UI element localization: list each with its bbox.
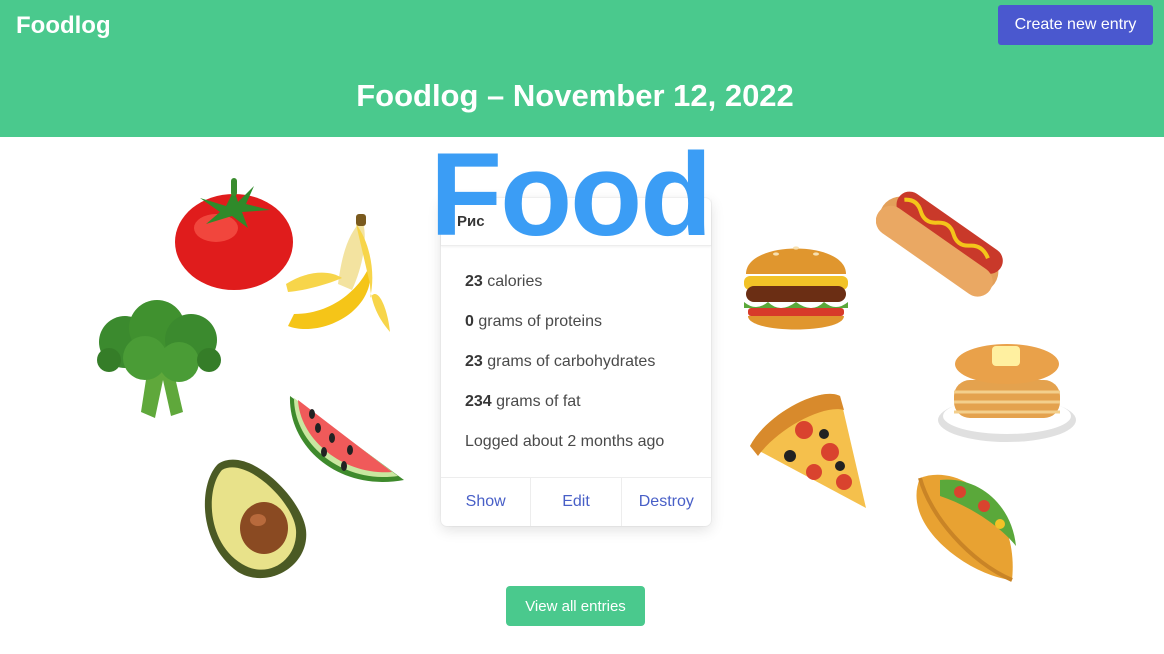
edit-link[interactable]: Edit [531, 478, 622, 526]
calories-value: 23 [465, 273, 483, 290]
carbs-label: grams of carbohydrates [482, 353, 656, 370]
food-overlay-text: Food [430, 129, 712, 261]
logged-time: Logged about 2 months ago [465, 433, 665, 450]
pancakes-icon [938, 344, 1076, 442]
calories-stat: 23 calories [465, 272, 687, 312]
fat-value: 234 [465, 393, 492, 410]
show-link[interactable]: Show [441, 478, 532, 526]
brand-link[interactable]: Foodlog [16, 12, 111, 40]
proteins-value: 0 [465, 313, 474, 330]
carbs-value: 23 [465, 353, 483, 370]
proteins-label: grams of proteins [473, 313, 602, 330]
entry-card-body: 23 calories 0 grams of proteins 23 grams… [441, 246, 711, 477]
page-title: Foodlog – November 12, 2022 [356, 78, 794, 113]
destroy-link[interactable]: Destroy [622, 478, 711, 526]
taco-icon [916, 474, 1016, 582]
entry-card-actions: Show Edit Destroy [441, 477, 711, 526]
top-header: Foodlog Create new entry Foodlog – Novem… [0, 0, 1164, 137]
burger-icon [744, 246, 848, 330]
carbs-stat: 23 grams of carbohydrates [465, 352, 687, 392]
view-all-entries-button[interactable]: View all entries [506, 586, 645, 626]
banana-icon [286, 214, 390, 332]
fat-stat: 234 grams of fat [465, 392, 687, 432]
calories-label: calories [482, 273, 543, 290]
avocado-icon [204, 459, 307, 579]
broccoli-icon [97, 300, 221, 418]
pizza-icon [750, 393, 866, 508]
hotdog-icon [876, 191, 1003, 297]
fat-label: grams of fat [491, 393, 581, 410]
create-new-entry-button[interactable]: Create new entry [998, 5, 1153, 45]
proteins-stat: 0 grams of proteins [465, 312, 687, 352]
